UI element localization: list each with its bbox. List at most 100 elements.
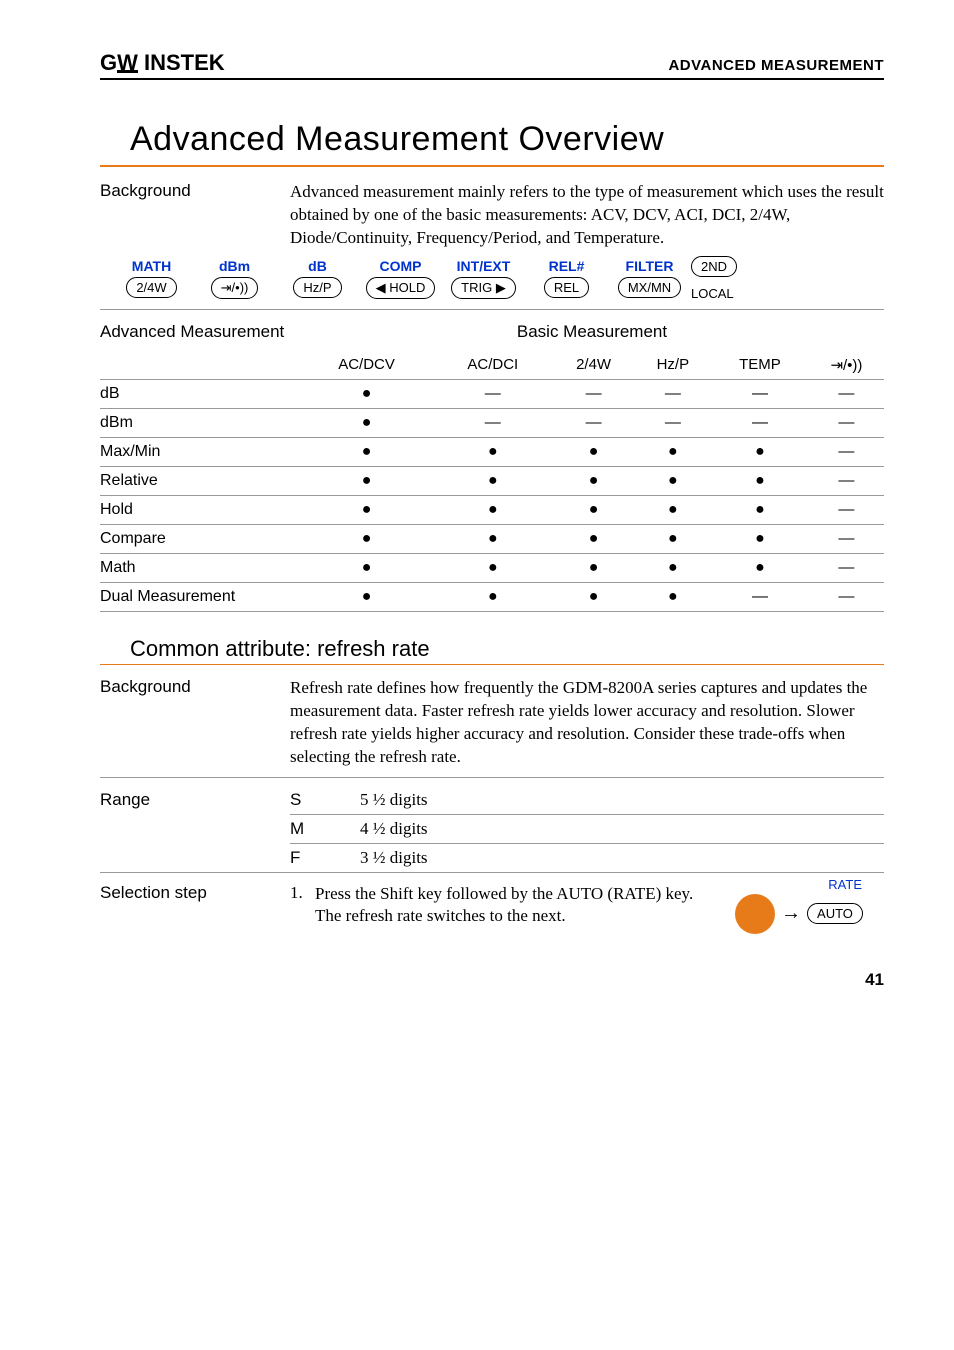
key-alt-dbm: dBm: [219, 258, 250, 274]
col-hzp: Hz/P: [635, 354, 711, 380]
matrix-row-head: Dual Measurement: [100, 582, 300, 611]
col-24w: 2/4W: [552, 354, 634, 380]
matrix-row-head: Hold: [100, 495, 300, 524]
matrix-cell: —: [711, 582, 809, 611]
key-auto[interactable]: AUTO: [807, 903, 863, 924]
key-rel[interactable]: REL: [544, 277, 589, 298]
shift-key-icon[interactable]: [735, 894, 775, 934]
selection-step-row: Selection step 1. Press the Shift key fo…: [100, 872, 884, 934]
key-2nd[interactable]: 2ND: [691, 256, 737, 277]
matrix-cell: ●: [300, 408, 433, 437]
matrix-cell: ●: [635, 524, 711, 553]
matrix-cell: ●: [635, 437, 711, 466]
matrix-cell: ●: [433, 466, 552, 495]
matrix-cell: —: [809, 524, 884, 553]
matrix-row-head: dB: [100, 379, 300, 408]
matrix-cell: ●: [433, 495, 552, 524]
matrix-cell: —: [433, 408, 552, 437]
background-text-1: Advanced measurement mainly refers to th…: [290, 181, 884, 250]
matrix-cell: ●: [635, 466, 711, 495]
matrix-cell: —: [711, 408, 809, 437]
matrix-cell: —: [809, 582, 884, 611]
matrix-cell: ●: [635, 495, 711, 524]
section-heading: ADVANCED MEASUREMENT: [668, 57, 884, 74]
matrix-cell: ●: [552, 437, 634, 466]
matrix-cell: ●: [635, 553, 711, 582]
matrix-cell: ●: [711, 466, 809, 495]
selection-step-text: Press the Shift key followed by the AUTO…: [315, 883, 714, 927]
key-alt-local: LOCAL: [691, 286, 734, 301]
range-digits-f: 3 ½ digits: [360, 843, 884, 872]
background-row-2: Background Refresh rate defines how freq…: [100, 677, 884, 769]
matrix-row-head: Compare: [100, 524, 300, 553]
front-panel-keys: MATH2/4W dBm⇥/•)) dBHz/P COMP◀ HOLD INT/…: [100, 256, 884, 310]
background-row-1: Background Advanced measurement mainly r…: [100, 181, 884, 250]
key-alt-math: MATH: [132, 258, 171, 274]
range-digits-m: 4 ½ digits: [360, 814, 884, 843]
matrix-cell: ●: [300, 379, 433, 408]
matrix-cell: ●: [433, 437, 552, 466]
matrix-cell: —: [635, 379, 711, 408]
brand-logo: GW INSTEK: [100, 50, 225, 76]
key-alt-db: dB: [308, 258, 327, 274]
range-code-s: S: [290, 786, 360, 815]
range-code-m: M: [290, 814, 360, 843]
page-title: Advanced Measurement Overview: [130, 120, 884, 159]
page-number: 41: [100, 970, 884, 990]
matrix-cell: —: [711, 379, 809, 408]
matrix-cell: ●: [552, 495, 634, 524]
matrix-cell: ●: [711, 553, 809, 582]
range-label: Range: [100, 786, 290, 872]
matrix-cell: ●: [433, 553, 552, 582]
page-header: GW INSTEK ADVANCED MEASUREMENT: [100, 50, 884, 80]
matrix-cell: ●: [300, 437, 433, 466]
key-alt-comp: COMP: [380, 258, 422, 274]
matrix-cell: ●: [552, 553, 634, 582]
key-diode-continuity[interactable]: ⇥/•)): [211, 277, 259, 299]
matrix-cell: —: [809, 466, 884, 495]
matrix-cell: ●: [552, 582, 634, 611]
matrix-cell: —: [809, 553, 884, 582]
matrix-cell: —: [552, 408, 634, 437]
matrix-row-head: dBm: [100, 408, 300, 437]
matrix-row-head: Max/Min: [100, 437, 300, 466]
matrix-cell: —: [809, 408, 884, 437]
key-hz-p[interactable]: Hz/P: [293, 277, 341, 298]
matrix-right-header: Basic Measurement: [300, 316, 884, 354]
background-label-1: Background: [100, 181, 290, 201]
subsection-title: Common attribute: refresh rate: [130, 636, 884, 662]
matrix-cell: ●: [433, 524, 552, 553]
key-alt-rate: RATE: [828, 877, 862, 892]
matrix-cell: ●: [711, 495, 809, 524]
background-text-2: Refresh rate defines how frequently the …: [290, 677, 884, 769]
matrix-cell: ●: [711, 437, 809, 466]
matrix-cell: ●: [552, 466, 634, 495]
matrix-cell: ●: [552, 524, 634, 553]
matrix-cell: ●: [711, 524, 809, 553]
key-mxmn[interactable]: MX/MN: [618, 277, 681, 298]
selection-step-number: 1.: [290, 883, 315, 903]
col-acdci: AC/DCI: [433, 354, 552, 380]
col-temp: TEMP: [711, 354, 809, 380]
matrix-cell: ●: [433, 582, 552, 611]
key-hold[interactable]: ◀ HOLD: [366, 277, 436, 299]
matrix-cell: —: [809, 495, 884, 524]
matrix-row-head: Relative: [100, 466, 300, 495]
key-trig[interactable]: TRIG ▶: [451, 277, 516, 299]
matrix-cell: ●: [635, 582, 711, 611]
matrix-row-head: Math: [100, 553, 300, 582]
matrix-cell: —: [635, 408, 711, 437]
matrix-left-header: Advanced Measurement: [100, 316, 300, 354]
matrix-cell: —: [433, 379, 552, 408]
matrix-cell: ●: [300, 582, 433, 611]
key-alt-filter: FILTER: [626, 258, 674, 274]
key-2-4w[interactable]: 2/4W: [126, 277, 176, 298]
matrix-cell: —: [809, 379, 884, 408]
selection-step-figure: RATE → AUTO: [714, 877, 884, 934]
col-diode: ⇥/•)): [809, 354, 884, 380]
selection-step-label: Selection step: [100, 883, 290, 903]
matrix-cell: —: [809, 437, 884, 466]
col-acdcv: AC/DCV: [300, 354, 433, 380]
matrix-cell: ●: [300, 524, 433, 553]
key-alt-relnum: REL#: [549, 258, 585, 274]
